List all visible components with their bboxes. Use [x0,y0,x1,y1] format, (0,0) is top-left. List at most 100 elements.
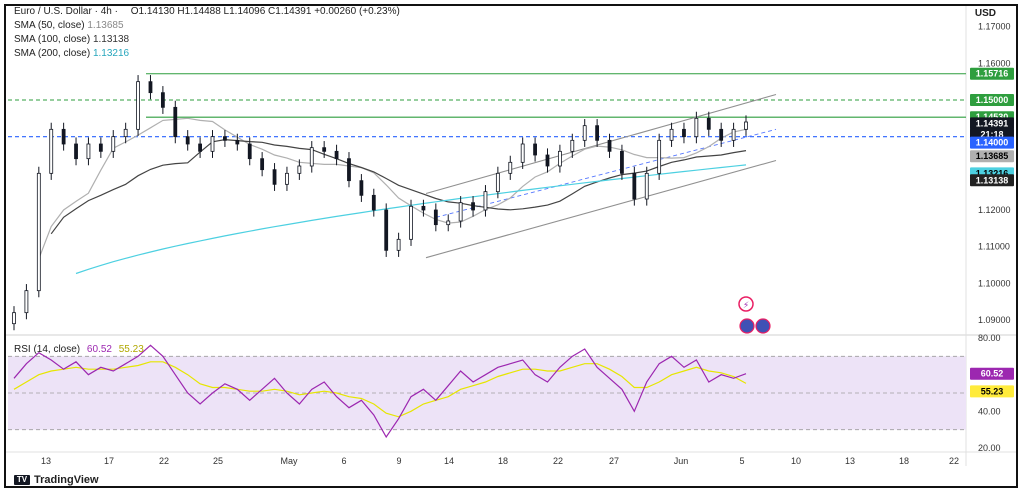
price-tick-label: 1.17000 [978,22,1011,32]
candle-body [582,125,587,141]
candle-body [483,191,488,211]
tradingview-name: TradingView [34,474,99,486]
sma100-legend[interactable]: SMA (100, close) 1.13138 [14,34,129,45]
candle-body [322,147,327,152]
candle-body [98,143,103,152]
candle-body [607,139,612,152]
rsi-label: RSI (14, close) [14,344,81,355]
candle-body [533,143,537,156]
sma200-legend[interactable]: SMA (200, close) 1.13216 [14,48,129,59]
currency-label[interactable]: USD [975,8,996,19]
candle-body [520,143,525,163]
candle-body [160,92,165,108]
price-tick-label: 1.09000 [978,315,1011,325]
candle-body [36,172,41,292]
time-tick-label: Jun [674,456,689,466]
candle-body [644,172,649,200]
sma50-legend[interactable]: SMA (50, close) 1.13685 [14,20,124,31]
candle-body [396,238,401,251]
time-tick-label: 22 [553,456,563,466]
price-tick-label: 1.10000 [978,278,1011,288]
symbol-header: Euro / U.S. Dollar · 4h · O1.14130 H1.14… [14,6,400,17]
candle-body [148,81,153,94]
candle-body [49,128,54,174]
time-tick-label: 13 [41,456,51,466]
candle-body [508,161,513,174]
price-tick-label: 1.11000 [978,242,1010,252]
rsi-tick-label: 80.00 [978,333,1001,343]
tradingview-logo[interactable]: TV TradingView [14,474,99,486]
time-tick-label: 17 [104,456,114,466]
candle-body [744,121,748,130]
symbol-title: Euro / U.S. Dollar · 4h · [14,6,118,17]
candle-body [694,117,699,138]
candle-body [731,128,736,141]
candle-body [297,165,302,174]
time-tick-label: 25 [213,456,223,466]
candle-body [272,169,277,185]
sma200-label: SMA (200, close) [14,48,91,59]
candle-body [409,205,413,240]
sma50-label: SMA (50, close) [14,20,85,31]
candle-body [309,147,314,167]
sma100-value: 1.13138 [92,34,130,45]
time-tick-label: May [280,456,298,466]
price-chart[interactable]: 1.170001.160001.150001.140001.130001.120… [6,6,1016,486]
rsi-value: 60.52 [86,344,112,355]
candle-body [111,136,116,152]
sma100-line [50,138,747,235]
candle-body [471,202,475,211]
candle-body [334,150,339,160]
candle-body [371,194,376,211]
time-tick-label: 18 [899,456,909,466]
rsi-legend[interactable]: RSI (14, close) 60.52 55.23 [14,344,144,355]
candle-body [458,202,463,222]
candle-body [669,128,674,141]
candle-body [247,143,252,160]
candle-body [719,128,724,141]
price-tick-label: 1.12000 [978,205,1011,215]
time-tick-label: 14 [444,456,454,466]
candle-body [557,150,562,167]
rsi-ma-label: 55.23 [981,386,1004,396]
candle-body [173,106,178,138]
time-tick-label: 5 [739,456,744,466]
candle-body [210,136,215,152]
candle-body [595,125,600,141]
candle-body [61,128,66,145]
event-icon [755,318,771,334]
candle-body [260,158,265,171]
candle-body [198,143,203,152]
time-tick-label: 22 [159,456,169,466]
candle-body [223,136,227,141]
chart-frame: 1.170001.160001.150001.140001.130001.120… [4,4,1018,488]
candle-body [657,139,662,174]
candle-body [285,172,289,185]
candle-body [24,290,29,314]
flash-glyph: ⚡ [743,301,749,311]
time-tick-label: 10 [791,456,801,466]
time-tick-label: 22 [949,456,959,466]
candle-body [495,172,500,193]
sma50-line [38,117,747,260]
time-tick-label: 6 [341,456,346,466]
candle-body [359,180,364,196]
candle-body [347,158,351,182]
price-label: 1.15000 [976,95,1009,105]
candle-body [12,312,16,325]
candle-body [421,205,426,211]
tradingview-mark-icon: TV [14,475,30,485]
ohlc-readout: O1.14130 H1.14488 L1.14096 C1.14391 +0.0… [130,6,400,17]
candle-body [632,172,637,200]
price-label: 1.14000 [976,138,1009,148]
sma100-label: SMA (100, close) [14,34,91,45]
rsi-tick-label: 20.00 [978,443,1001,453]
rsi-ma-value: 55.23 [118,344,144,355]
candle-body [185,136,190,145]
price-label: 1.13138 [976,175,1009,185]
price-label: 1.13685 [976,151,1009,161]
time-tick-label: 13 [845,456,855,466]
price-tick-label: 1.16000 [978,58,1011,68]
time-tick-label: 27 [609,456,619,466]
price-label: 1.14391 [976,118,1009,128]
